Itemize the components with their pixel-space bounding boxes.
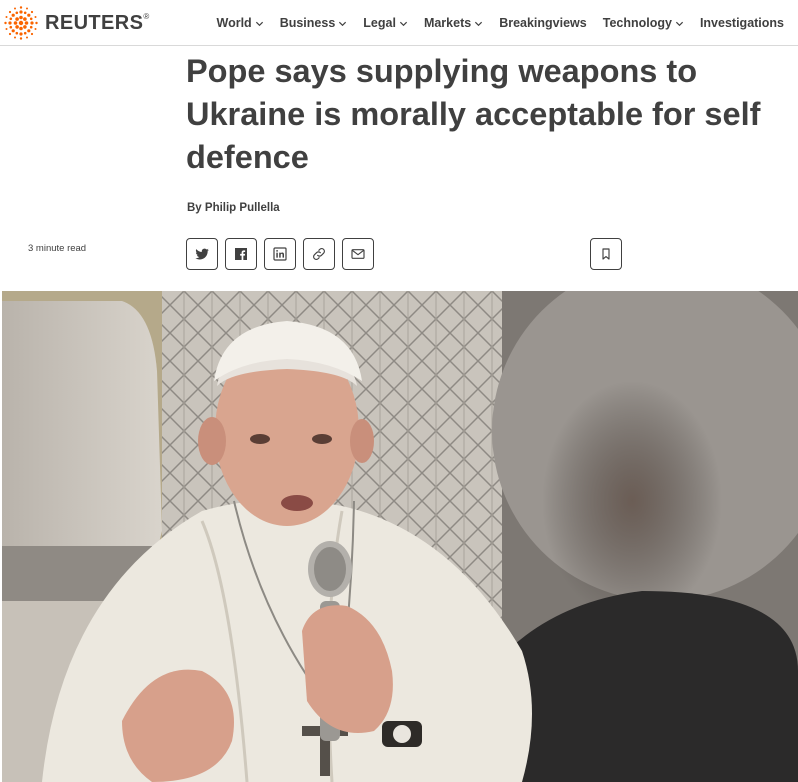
reuters-logo[interactable]: REUTERS® (3, 5, 150, 41)
read-time: 3 minute read (28, 243, 87, 254)
share-linkedin-button[interactable] (264, 238, 296, 270)
reuters-logo-mark-icon (4, 6, 38, 40)
nav-label: World (216, 16, 252, 30)
nav-label: Investigations (699, 16, 784, 30)
reuters-wordmark: REUTERS® (45, 11, 150, 34)
nav-item-legal[interactable]: Legal (363, 16, 408, 30)
chevron-down-icon (675, 21, 684, 26)
twitter-icon (195, 248, 210, 260)
chevron-down-icon (399, 21, 408, 26)
byline: By Philip Pullella (187, 202, 280, 214)
lead-photo[interactable] (2, 291, 798, 782)
article-headline: Pope says supplying weapons to Ukraine i… (186, 53, 761, 175)
nav-item-world[interactable]: World (217, 16, 264, 30)
nav-label: Legal (363, 16, 396, 30)
chevron-down-icon (339, 21, 347, 26)
nav-item-markets[interactable]: Markets (424, 16, 483, 30)
nav-item-investigations[interactable]: Investigations (700, 16, 784, 30)
share-bar (186, 238, 374, 270)
nav-item-breakingviews[interactable]: Breakingviews (499, 16, 587, 30)
copy-link-button[interactable] (303, 238, 335, 270)
nav-label: Markets (423, 16, 472, 30)
share-email-button[interactable] (342, 238, 374, 270)
top-navigation-bar: REUTERS® World Business Legal Markets Br… (0, 0, 798, 46)
author-link[interactable]: Philip Pullella (205, 202, 280, 214)
nav-item-technology[interactable]: Technology (603, 16, 684, 30)
link-icon (313, 248, 325, 260)
email-icon (351, 249, 365, 259)
main-nav: World Business Legal Markets Breakingvie… (217, 0, 785, 46)
linkedin-icon (273, 247, 287, 261)
nav-item-business[interactable]: Business (280, 16, 348, 30)
byline-prefix: By (187, 202, 205, 214)
nav-label: Business (279, 16, 336, 30)
chevron-down-icon (255, 21, 263, 26)
facebook-icon (235, 248, 247, 260)
bookmark-icon (602, 248, 610, 260)
chevron-down-icon (475, 21, 483, 26)
bookmark-button[interactable] (590, 238, 622, 270)
photo-illustration (2, 291, 798, 782)
share-facebook-button[interactable] (225, 238, 257, 270)
nav-label: Technology (602, 16, 672, 30)
share-twitter-button[interactable] (186, 238, 218, 270)
nav-label: Breakingviews (499, 16, 587, 30)
